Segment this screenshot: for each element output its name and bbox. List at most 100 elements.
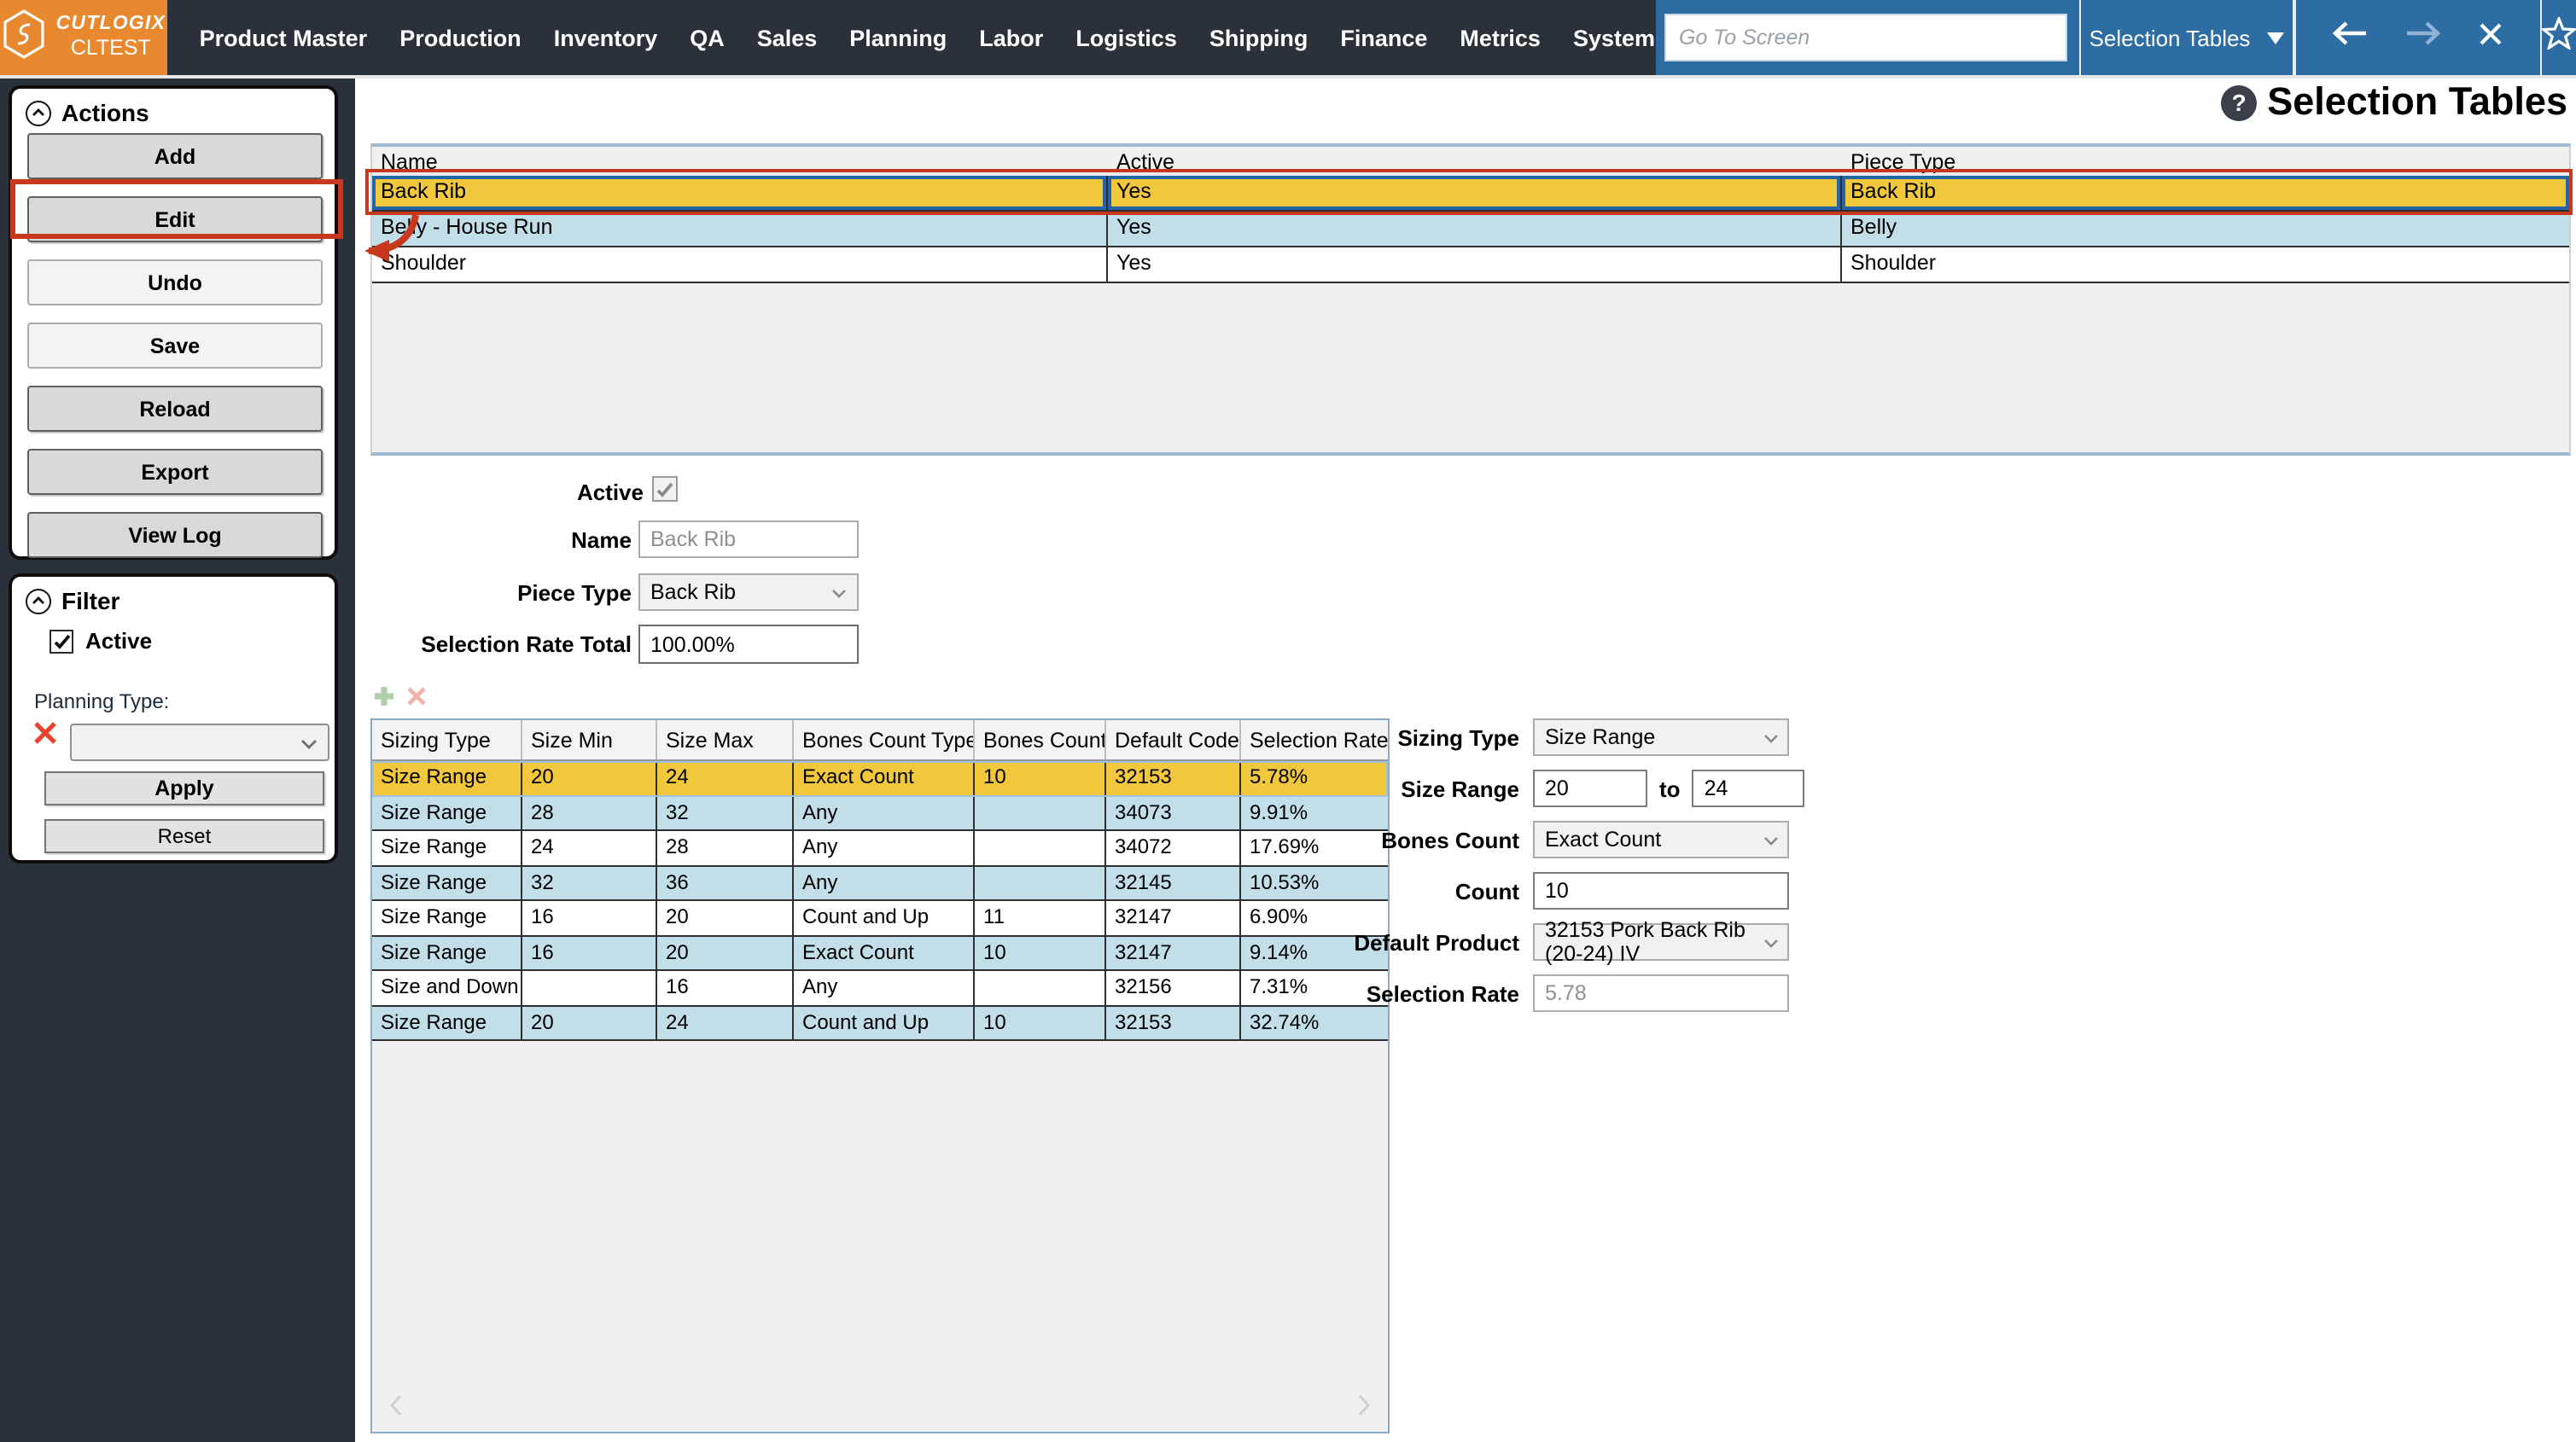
cell-size-max[interactable]: 24 bbox=[657, 1006, 794, 1039]
cell-sizing-type[interactable]: Size Range bbox=[372, 796, 522, 829]
cell-default-code[interactable]: 34072 bbox=[1106, 831, 1241, 864]
nav-item-metrics[interactable]: Metrics bbox=[1460, 25, 1541, 50]
cell-name[interactable]: Belly - House Run bbox=[372, 212, 1108, 246]
cell-bones-count-type[interactable]: Exact Count bbox=[794, 936, 975, 969]
nav-item-finance[interactable]: Finance bbox=[1340, 25, 1427, 50]
help-icon[interactable]: ? bbox=[2221, 84, 2258, 120]
cell-size-min[interactable]: 24 bbox=[522, 831, 657, 864]
sizing-type-select[interactable]: Size Range bbox=[1533, 718, 1789, 756]
cell-size-max[interactable]: 20 bbox=[657, 936, 794, 969]
table-row-back-rib[interactable]: Back Rib Yes Back Rib bbox=[372, 176, 2569, 212]
record-piece-type-select[interactable]: Back Rib bbox=[638, 573, 859, 611]
cell-default-code[interactable]: 32153 bbox=[1106, 1006, 1241, 1039]
planning-type-select[interactable] bbox=[70, 724, 329, 761]
cell-bones-count[interactable]: 11 bbox=[975, 901, 1106, 934]
column-header-sizing-type[interactable]: Sizing Type bbox=[372, 720, 522, 759]
cell-piece-type[interactable]: Shoulder bbox=[1842, 247, 2569, 282]
cell-bones-count[interactable]: 10 bbox=[975, 761, 1106, 794]
delete-row-icon[interactable] bbox=[405, 684, 428, 717]
cell-bones-count-type[interactable]: Count and Up bbox=[794, 1006, 975, 1039]
cell-size-min[interactable]: 20 bbox=[522, 1006, 657, 1039]
cell-bones-count-type[interactable]: Any bbox=[794, 866, 975, 899]
cell-size-max[interactable]: 16 bbox=[657, 971, 794, 1004]
column-header-piece-type[interactable]: Piece Type bbox=[1842, 150, 2569, 176]
cell-bones-count[interactable]: 10 bbox=[975, 936, 1106, 969]
reload-button[interactable]: Reload bbox=[27, 386, 323, 432]
column-header-bones-count[interactable]: Bones Count bbox=[975, 720, 1106, 759]
nav-item-shipping[interactable]: Shipping bbox=[1209, 25, 1308, 50]
cell-bones-count-type[interactable]: Any bbox=[794, 796, 975, 829]
cell-sizing-type[interactable]: Size Range bbox=[372, 901, 522, 934]
cell-sizing-type[interactable]: Size Range bbox=[372, 936, 522, 969]
forward-arrow-button[interactable] bbox=[2405, 20, 2441, 55]
cell-size-max[interactable]: 28 bbox=[657, 831, 794, 864]
screen-selector-dropdown[interactable]: Selection Tables bbox=[2081, 25, 2293, 50]
record-active-checkbox[interactable] bbox=[652, 476, 678, 502]
sizing-row[interactable]: Size Range 20 24 Count and Up 10 32153 3… bbox=[372, 1006, 1388, 1041]
add-button[interactable]: Add bbox=[27, 133, 323, 179]
cell-sizing-type[interactable]: Size Range bbox=[372, 1006, 522, 1039]
cell-default-code[interactable]: 32147 bbox=[1106, 901, 1241, 934]
cell-size-max[interactable]: 24 bbox=[657, 761, 794, 794]
cell-bones-count-type[interactable]: Any bbox=[794, 971, 975, 1004]
add-row-icon[interactable] bbox=[372, 684, 396, 717]
cell-name[interactable]: Back Rib bbox=[372, 176, 1108, 210]
column-header-bones-count-type[interactable]: Bones Count Type bbox=[794, 720, 975, 759]
collapse-filter-button[interactable] bbox=[26, 588, 51, 613]
nav-item-production[interactable]: Production bbox=[399, 25, 522, 50]
sizing-row[interactable]: Size Range 20 24 Exact Count 10 32153 5.… bbox=[372, 761, 1388, 796]
nav-item-planning[interactable]: Planning bbox=[849, 25, 947, 50]
brand-block[interactable]: CUTLOGIX CLTEST bbox=[0, 0, 167, 75]
cell-bones-count[interactable] bbox=[975, 796, 1106, 829]
size-min-input[interactable] bbox=[1533, 770, 1647, 807]
cell-sizing-type[interactable]: Size Range bbox=[372, 831, 522, 864]
selection-rate-input[interactable] bbox=[1533, 974, 1789, 1012]
column-header-size-min[interactable]: Size Min bbox=[522, 720, 657, 759]
size-max-input[interactable] bbox=[1692, 770, 1805, 807]
cell-size-min[interactable]: 32 bbox=[522, 866, 657, 899]
cell-size-max[interactable]: 20 bbox=[657, 901, 794, 934]
table-row-belly-house-run[interactable]: Belly - House Run Yes Belly bbox=[372, 212, 2569, 247]
cell-size-min[interactable]: 28 bbox=[522, 796, 657, 829]
cell-default-code[interactable]: 32156 bbox=[1106, 971, 1241, 1004]
cell-sizing-type[interactable]: Size Range bbox=[372, 866, 522, 899]
column-header-size-max[interactable]: Size Max bbox=[657, 720, 794, 759]
collapse-actions-button[interactable] bbox=[26, 100, 51, 125]
cell-piece-type[interactable]: Back Rib bbox=[1842, 176, 2569, 210]
cell-default-code[interactable]: 32147 bbox=[1106, 936, 1241, 969]
sizing-row[interactable]: Size and Down 16 Any 32156 7.31% bbox=[372, 971, 1388, 1006]
table-row-shoulder[interactable]: Shoulder Yes Shoulder bbox=[372, 247, 2569, 283]
cell-sizing-type[interactable]: Size Range bbox=[372, 761, 522, 794]
back-arrow-button[interactable] bbox=[2333, 20, 2369, 55]
undo-button[interactable]: Undo bbox=[27, 259, 323, 305]
cell-active[interactable]: Yes bbox=[1108, 212, 1842, 246]
nav-item-qa[interactable]: QA bbox=[690, 25, 725, 50]
cell-active[interactable]: Yes bbox=[1108, 176, 1842, 210]
cell-size-max[interactable]: 32 bbox=[657, 796, 794, 829]
cell-active[interactable]: Yes bbox=[1108, 247, 1842, 282]
cell-bones-count[interactable] bbox=[975, 866, 1106, 899]
close-screen-button[interactable] bbox=[2479, 21, 2503, 54]
goto-screen-input[interactable] bbox=[1664, 14, 2066, 61]
cell-bones-count[interactable] bbox=[975, 971, 1106, 1004]
apply-button[interactable]: Apply bbox=[44, 771, 324, 805]
export-button[interactable]: Export bbox=[27, 449, 323, 495]
nav-item-logistics[interactable]: Logistics bbox=[1075, 25, 1177, 50]
cell-bones-count-type[interactable]: Exact Count bbox=[794, 761, 975, 794]
favorite-star-button[interactable] bbox=[2539, 15, 2576, 58]
default-product-select[interactable]: 32153 Pork Back Rib (20-24) IV bbox=[1533, 918, 1789, 966]
save-button[interactable]: Save bbox=[27, 323, 323, 369]
nav-item-inventory[interactable]: Inventory bbox=[554, 25, 658, 50]
grid-scroll-right-icon[interactable] bbox=[1357, 1394, 1371, 1425]
cell-size-min[interactable] bbox=[522, 971, 657, 1004]
nav-item-sales[interactable]: Sales bbox=[757, 25, 818, 50]
cell-size-max[interactable]: 36 bbox=[657, 866, 794, 899]
cell-name[interactable]: Shoulder bbox=[372, 247, 1108, 282]
nav-item-product-master[interactable]: Product Master bbox=[200, 25, 368, 50]
grid-scroll-left-icon[interactable] bbox=[389, 1394, 403, 1425]
sizing-row[interactable]: Size Range 28 32 Any 34073 9.91% bbox=[372, 796, 1388, 831]
column-header-name[interactable]: Name bbox=[372, 150, 1108, 176]
cell-bones-count-type[interactable]: Any bbox=[794, 831, 975, 864]
cell-sizing-type[interactable]: Size and Down bbox=[372, 971, 522, 1004]
cell-piece-type[interactable]: Belly bbox=[1842, 212, 2569, 246]
